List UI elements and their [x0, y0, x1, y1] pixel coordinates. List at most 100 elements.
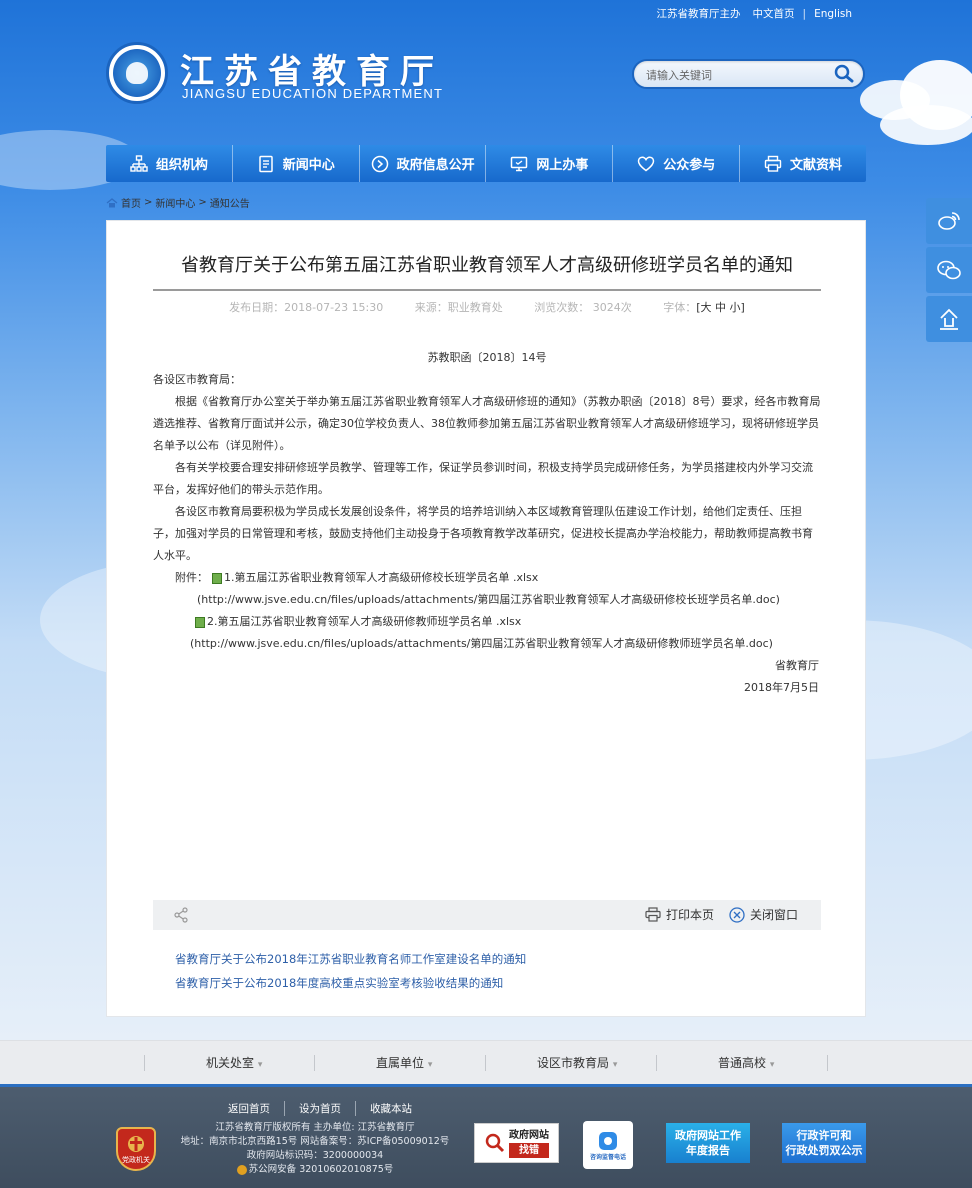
search-icon[interactable]: [833, 64, 855, 84]
copyright-line: 江苏省教育厅版权所有 主办单位: 江苏省教育厅: [215, 1122, 415, 1133]
breadcrumb-home[interactable]: 首页: [121, 195, 141, 210]
article-meta: 发布日期：2018-07-23 15:30 来源：职业教育处 浏览次数： 302…: [153, 299, 821, 315]
nav-item-literature[interactable]: 文献资料: [740, 145, 866, 182]
close-icon: [729, 906, 745, 923]
heart-icon: [637, 155, 655, 171]
permit-penalty-button[interactable]: 行政许可和 行政处罚双公示: [782, 1123, 866, 1163]
divider: [144, 1055, 145, 1071]
paragraph-2: 各有关学校要合理安排研修班学员教学、管理等工作，保证学员参训时间，积极支持学员完…: [153, 461, 813, 496]
footer-links: 返回首页 设为首页 收藏本站: [214, 1101, 426, 1116]
phone-icon: [599, 1131, 617, 1150]
link-affiliated[interactable]: 直属单位 ▾: [376, 1054, 432, 1071]
attachment-link-1[interactable]: 1.第五届江苏省职业教育领军人才高级研修校长班学员名单 .xlsx: [224, 567, 538, 589]
divider: [827, 1055, 828, 1071]
english-link[interactable]: English: [808, 8, 858, 20]
info-icon: [371, 155, 388, 172]
sign-date: 2018年7月5日: [744, 681, 819, 694]
badge-label: 党政机关: [122, 1155, 150, 1164]
nav-label: 组织机构: [155, 158, 208, 173]
top-links: 江苏省教育厅主办 中文首页 | English: [651, 6, 858, 21]
footer-info: 江苏省教育厅版权所有 主办单位: 江苏省教育厅 地址：南京市北京西路15号 网站…: [170, 1121, 460, 1177]
breadcrumb: 首页 > 新闻中心 > 通知公告: [106, 195, 250, 210]
site-subtitle: JIANGSU EDUCATION DEPARTMENT: [182, 86, 444, 101]
article-title: 省教育厅关于公布第五届江苏省职业教育领军人才高级研修班学员名单的通知: [153, 251, 821, 291]
nav-item-online-service[interactable]: 网上办事: [486, 145, 614, 182]
nav-label: 新闻中心: [282, 158, 335, 173]
excel-file-icon: [212, 572, 222, 584]
footer: 返回首页 设为首页 收藏本站 党政机关 江苏省教育厅版权所有 主办单位: 江苏省…: [0, 1084, 972, 1188]
doc-number: 苏教职函〔2018〕14号: [427, 351, 547, 364]
gov-site-error-button[interactable]: 政府网站 找错: [474, 1123, 559, 1163]
attachment-row-1: 附件： 1.第五届江苏省职业教育领军人才高级研修校长班学员名单 .xlsx: [153, 567, 821, 589]
attachment-url-1: (http://www.jsve.edu.cn/files/uploads/at…: [197, 593, 780, 606]
weibo-button[interactable]: [926, 198, 972, 244]
article-source: 来源：职业教育处: [414, 301, 503, 314]
police-badge-icon: [236, 1164, 247, 1175]
related-link-2[interactable]: 省教育厅关于公布2018年度高校重点实验室考核验收结果的通知: [175, 975, 503, 991]
breadcrumb-notice[interactable]: 通知公告: [210, 195, 250, 210]
excel-file-icon: [195, 616, 205, 628]
home-icon: [106, 197, 118, 207]
font-size-options[interactable]: [大 中 小]: [696, 301, 745, 314]
cloud-decoration: [880, 105, 972, 145]
site-links-bar: 机关处室 ▾ 直属单位 ▾ 设区市教育局 ▾ 普通高校 ▾: [0, 1040, 972, 1084]
address-line: 地址：南京市北京西路15号 网站备案号：苏ICP备05009012号: [180, 1136, 450, 1147]
hotline-button[interactable]: 咨询监督电话: [583, 1121, 633, 1169]
document-icon: [258, 155, 273, 172]
attachment-row-2: 2.第五届江苏省职业教育领军人才高级研修教师班学员名单 .xlsx: [153, 611, 821, 633]
print-label: 打印本页: [666, 908, 715, 922]
wechat-icon: [937, 260, 961, 280]
link-departments[interactable]: 机关处室 ▾: [206, 1054, 262, 1071]
floating-share-bar: [926, 198, 972, 345]
main-nav: 组织机构 新闻中心 政府信息公开 网上办事 公众参与 文献资料: [106, 145, 866, 182]
monitor-icon: [511, 156, 528, 171]
article-toolbar: 打印本页 关闭窗口: [153, 900, 821, 930]
close-window-button[interactable]: 关闭窗口: [729, 906, 798, 923]
salutation: 各设区市教育局：: [153, 373, 241, 386]
print-button[interactable]: 打印本页: [645, 906, 714, 923]
logo-leaf-icon: [126, 62, 148, 84]
divider: [656, 1055, 657, 1071]
org-chart-icon: [130, 154, 148, 172]
annual-report-button[interactable]: 政府网站工作 年度报告: [666, 1123, 750, 1163]
publish-date: 发布日期：2018-07-23 15:30: [229, 301, 384, 314]
back-to-top-button[interactable]: [926, 296, 972, 342]
nav-label: 网上办事: [536, 158, 589, 173]
nav-item-public[interactable]: 公众参与: [613, 145, 741, 182]
nav-item-gov-info[interactable]: 政府信息公开: [360, 145, 487, 182]
divider: [314, 1055, 315, 1071]
nav-label: 文献资料: [790, 158, 843, 173]
attachment-link-2[interactable]: 2.第五届江苏省职业教育领军人才高级研修教师班学员名单 .xlsx: [207, 611, 521, 633]
party-gov-badge[interactable]: 党政机关: [116, 1127, 156, 1171]
share-icon[interactable]: [173, 907, 189, 923]
article-card: 省教育厅关于公布第五届江苏省职业教育领军人才高级研修班学员名单的通知 发布日期：…: [106, 220, 866, 1017]
sponsor-text: 江苏省教育厅主办: [656, 8, 741, 20]
chinese-home-link[interactable]: 中文首页: [747, 6, 801, 21]
article-body: 苏教职函〔2018〕14号 各设区市教育局： 根据《省教育厅办公室关于举办第五届…: [153, 347, 821, 699]
link-city-bureaus[interactable]: 设区市教育局 ▾: [537, 1054, 617, 1071]
weibo-icon: [938, 212, 960, 230]
paragraph-1: 根据《省教育厅办公室关于举办第五届江苏省职业教育领军人才高级研修班的通知》（苏教…: [153, 395, 821, 452]
signature: 省教育厅: [775, 659, 819, 672]
footer-bookmark[interactable]: 收藏本站: [356, 1101, 426, 1116]
footer-back-home[interactable]: 返回首页: [214, 1101, 285, 1116]
security-line: 苏公网安备 32010602010875号: [170, 1163, 460, 1177]
font-size-control: 字体：[大 中 小]: [663, 301, 745, 314]
emblem-icon: [128, 1135, 144, 1152]
search-input[interactable]: [646, 66, 826, 84]
footer-set-home[interactable]: 设为首页: [285, 1101, 356, 1116]
breadcrumb-news[interactable]: 新闻中心: [155, 195, 195, 210]
nav-item-news[interactable]: 新闻中心: [233, 145, 360, 182]
attachment-url-2: (http://www.jsve.edu.cn/files/uploads/at…: [190, 637, 773, 650]
wechat-button[interactable]: [926, 247, 972, 293]
link-universities[interactable]: 普通高校 ▾: [718, 1054, 774, 1071]
site-logo[interactable]: [106, 42, 168, 104]
nav-item-org[interactable]: 组织机构: [106, 145, 233, 182]
magnifier-icon: [485, 1133, 505, 1153]
paragraph-3: 各设区市教育局要积极为学员成长发展创设条件，将学员的培养培训纳入本区域教育管理队…: [153, 505, 813, 562]
related-link-1[interactable]: 省教育厅关于公布2018年江苏省职业教育名师工作室建设名单的通知: [175, 951, 526, 967]
printer-icon: [764, 155, 782, 172]
arrow-up-icon: [940, 308, 958, 330]
site-id-line: 政府网站标识码：3200000034: [246, 1150, 384, 1161]
attachments-label: 附件：: [175, 571, 208, 584]
